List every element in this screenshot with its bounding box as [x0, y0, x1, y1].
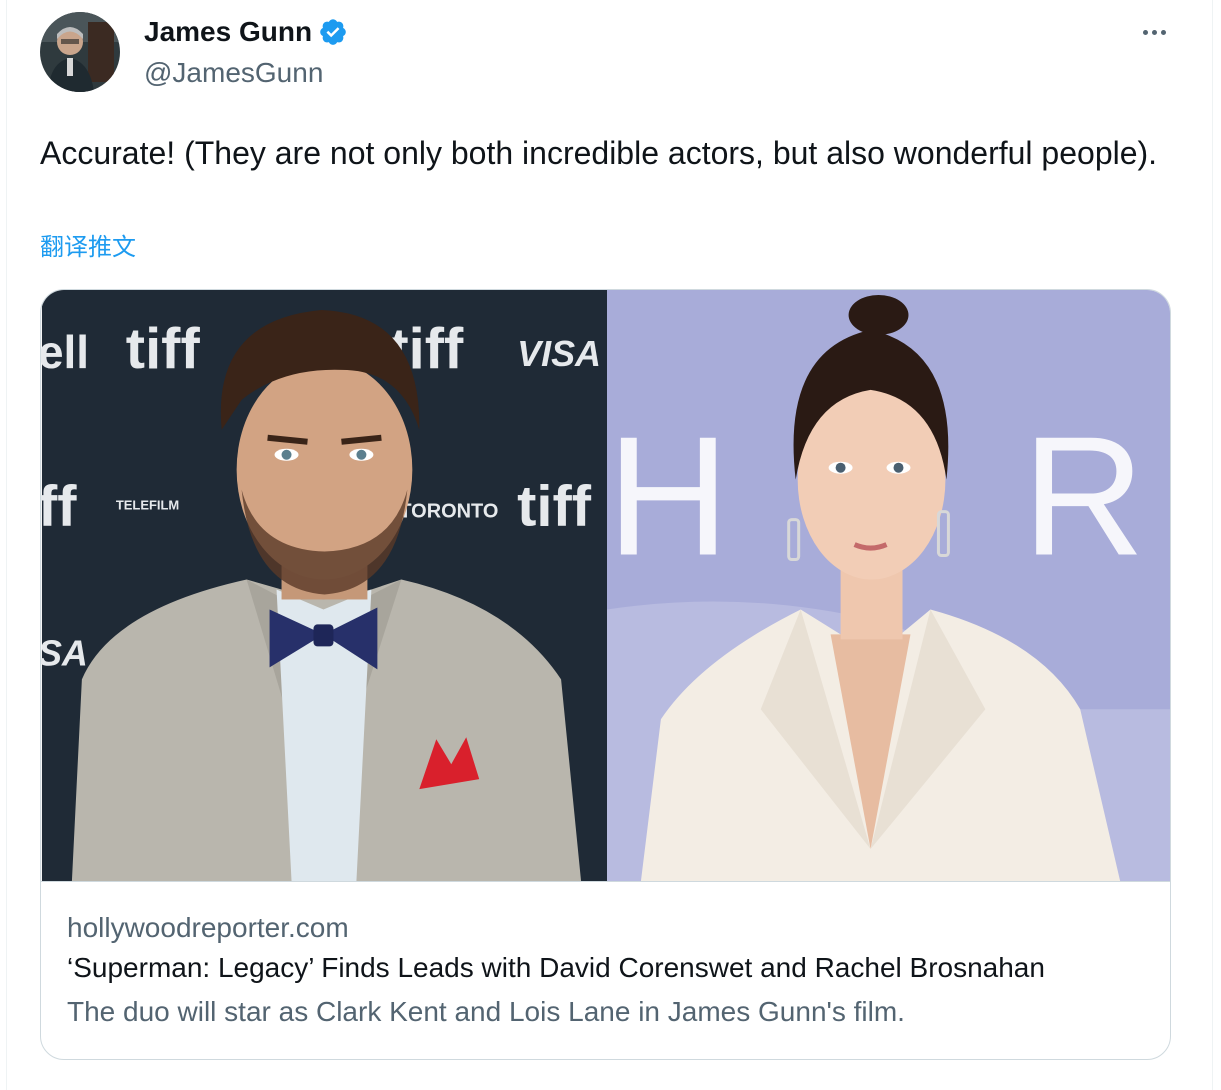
- backdrop-text: ff: [41, 475, 77, 539]
- backdrop-text: tiff: [126, 317, 201, 381]
- backdrop-text: TELEFILM: [116, 498, 179, 513]
- avatar-image: [40, 12, 120, 92]
- author-avatar[interactable]: [40, 12, 120, 92]
- card-domain: hollywoodreporter.com: [67, 912, 349, 943]
- card-meta: hollywoodreporter.com ‘Superman: Legacy’…: [67, 910, 1157, 1034]
- author-handle[interactable]: @JamesGunn: [144, 56, 323, 90]
- backdrop-text: ell: [41, 326, 89, 378]
- translate-tweet-link[interactable]: 翻译推文: [40, 232, 136, 264]
- backdrop-text: VISA: [517, 333, 601, 374]
- backdrop-text: tiff: [517, 475, 592, 539]
- backdrop-text: R: [1022, 401, 1145, 591]
- more-horizontal-icon[interactable]: [1134, 16, 1174, 48]
- tweet-text: Accurate! (They are not only both incred…: [40, 135, 1158, 171]
- author-name[interactable]: James Gunn: [144, 14, 312, 50]
- author-header: James Gunn: [144, 14, 348, 50]
- backdrop-text: SA: [41, 632, 88, 673]
- card-image: ell tiff tiff VISA ff TELEFILM TORONTO t…: [41, 290, 1170, 882]
- link-preview-card[interactable]: ell tiff tiff VISA ff TELEFILM TORONTO t…: [40, 289, 1171, 1060]
- card-title: ‘Superman: Legacy’ Finds Leads with Davi…: [67, 952, 1045, 983]
- verified-badge-icon: [318, 17, 348, 47]
- backdrop-text: H: [607, 401, 730, 591]
- card-description: The duo will star as Clark Kent and Lois…: [67, 996, 905, 1027]
- backdrop-text: TORONTO: [399, 501, 498, 523]
